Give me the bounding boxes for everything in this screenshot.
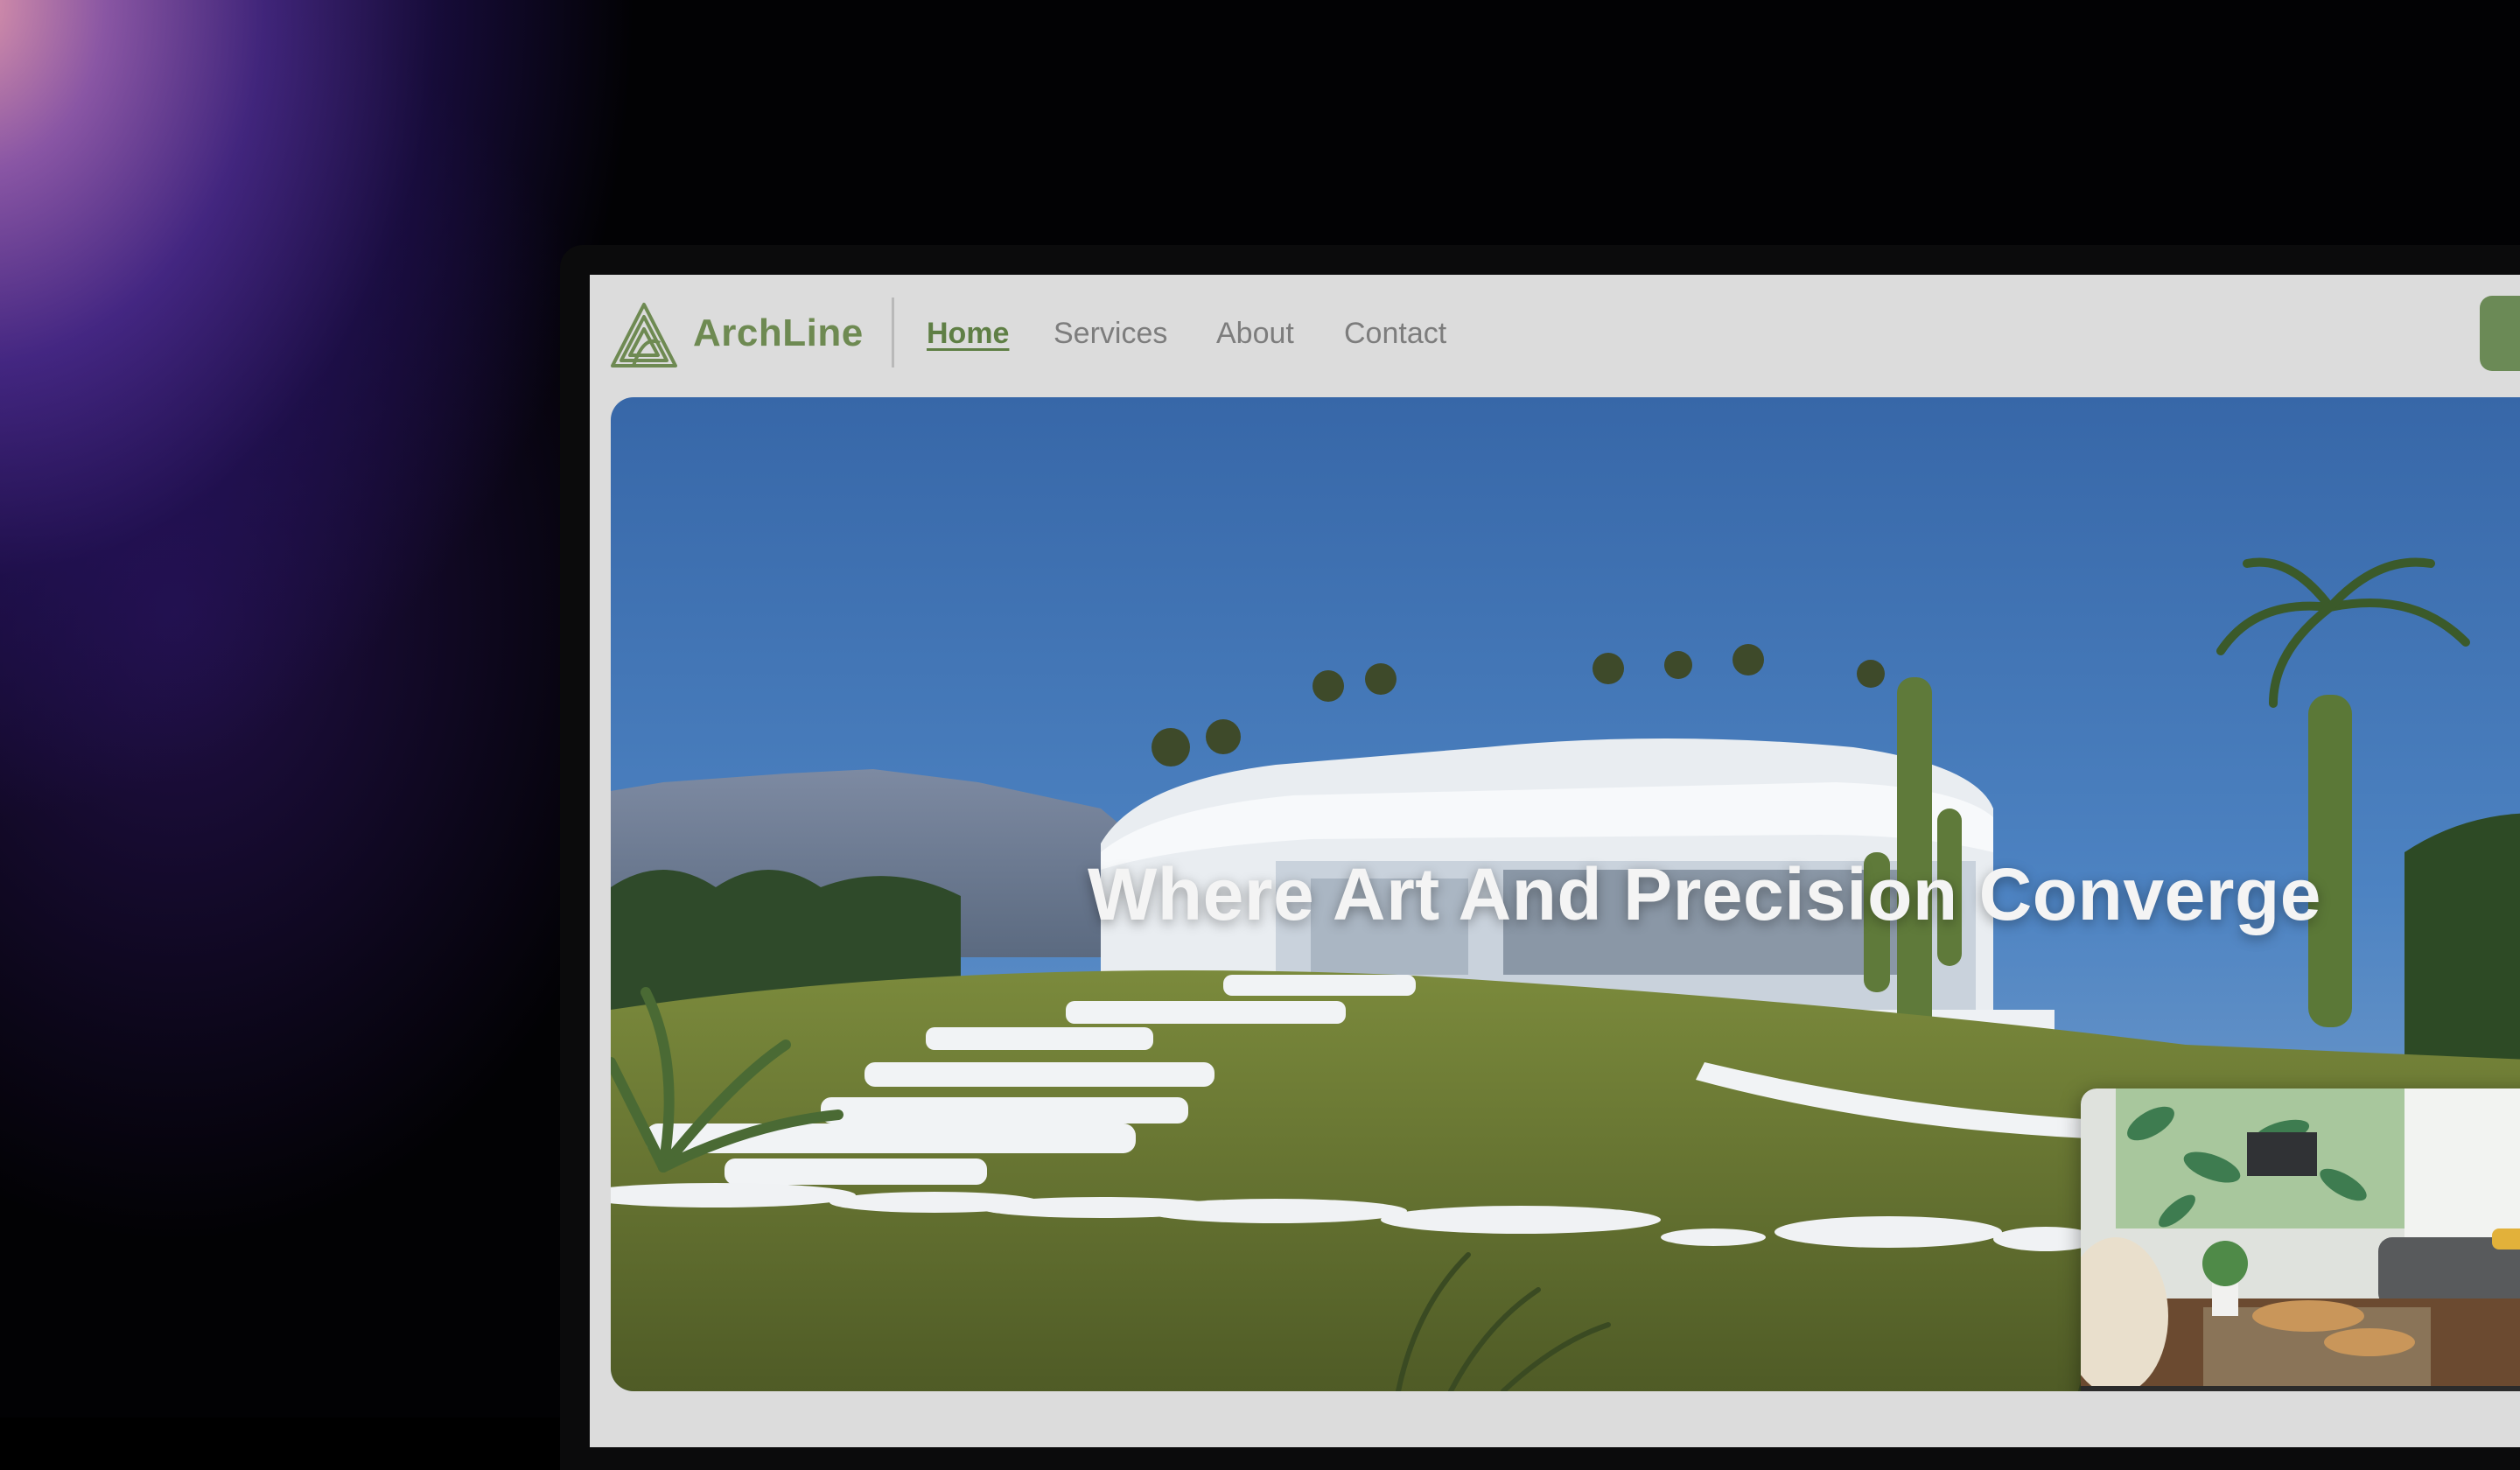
archline-logo-icon[interactable] (607, 299, 681, 373)
living-room-image (2081, 1088, 2520, 1391)
nav-divider (892, 298, 894, 368)
browser-screen: ArchLine Home Services About Contact Whe… (590, 275, 2520, 1447)
cta-button[interactable] (2480, 296, 2520, 371)
interior-preview-card[interactable] (2081, 1088, 2520, 1391)
hero-section: Where Art And Precision Converge (611, 397, 2520, 1391)
brand-name[interactable]: ArchLine (693, 312, 864, 355)
nav-services-link[interactable]: Services (1054, 317, 1167, 351)
top-navigation: ArchLine Home Services About Contact (590, 275, 2520, 396)
nav-about-link[interactable]: About (1216, 317, 1294, 351)
hero-headline: Where Art And Precision Converge (1087, 853, 2322, 935)
nav-contact-link[interactable]: Contact (1344, 317, 1446, 351)
nav-home-link[interactable]: Home (927, 317, 1009, 351)
